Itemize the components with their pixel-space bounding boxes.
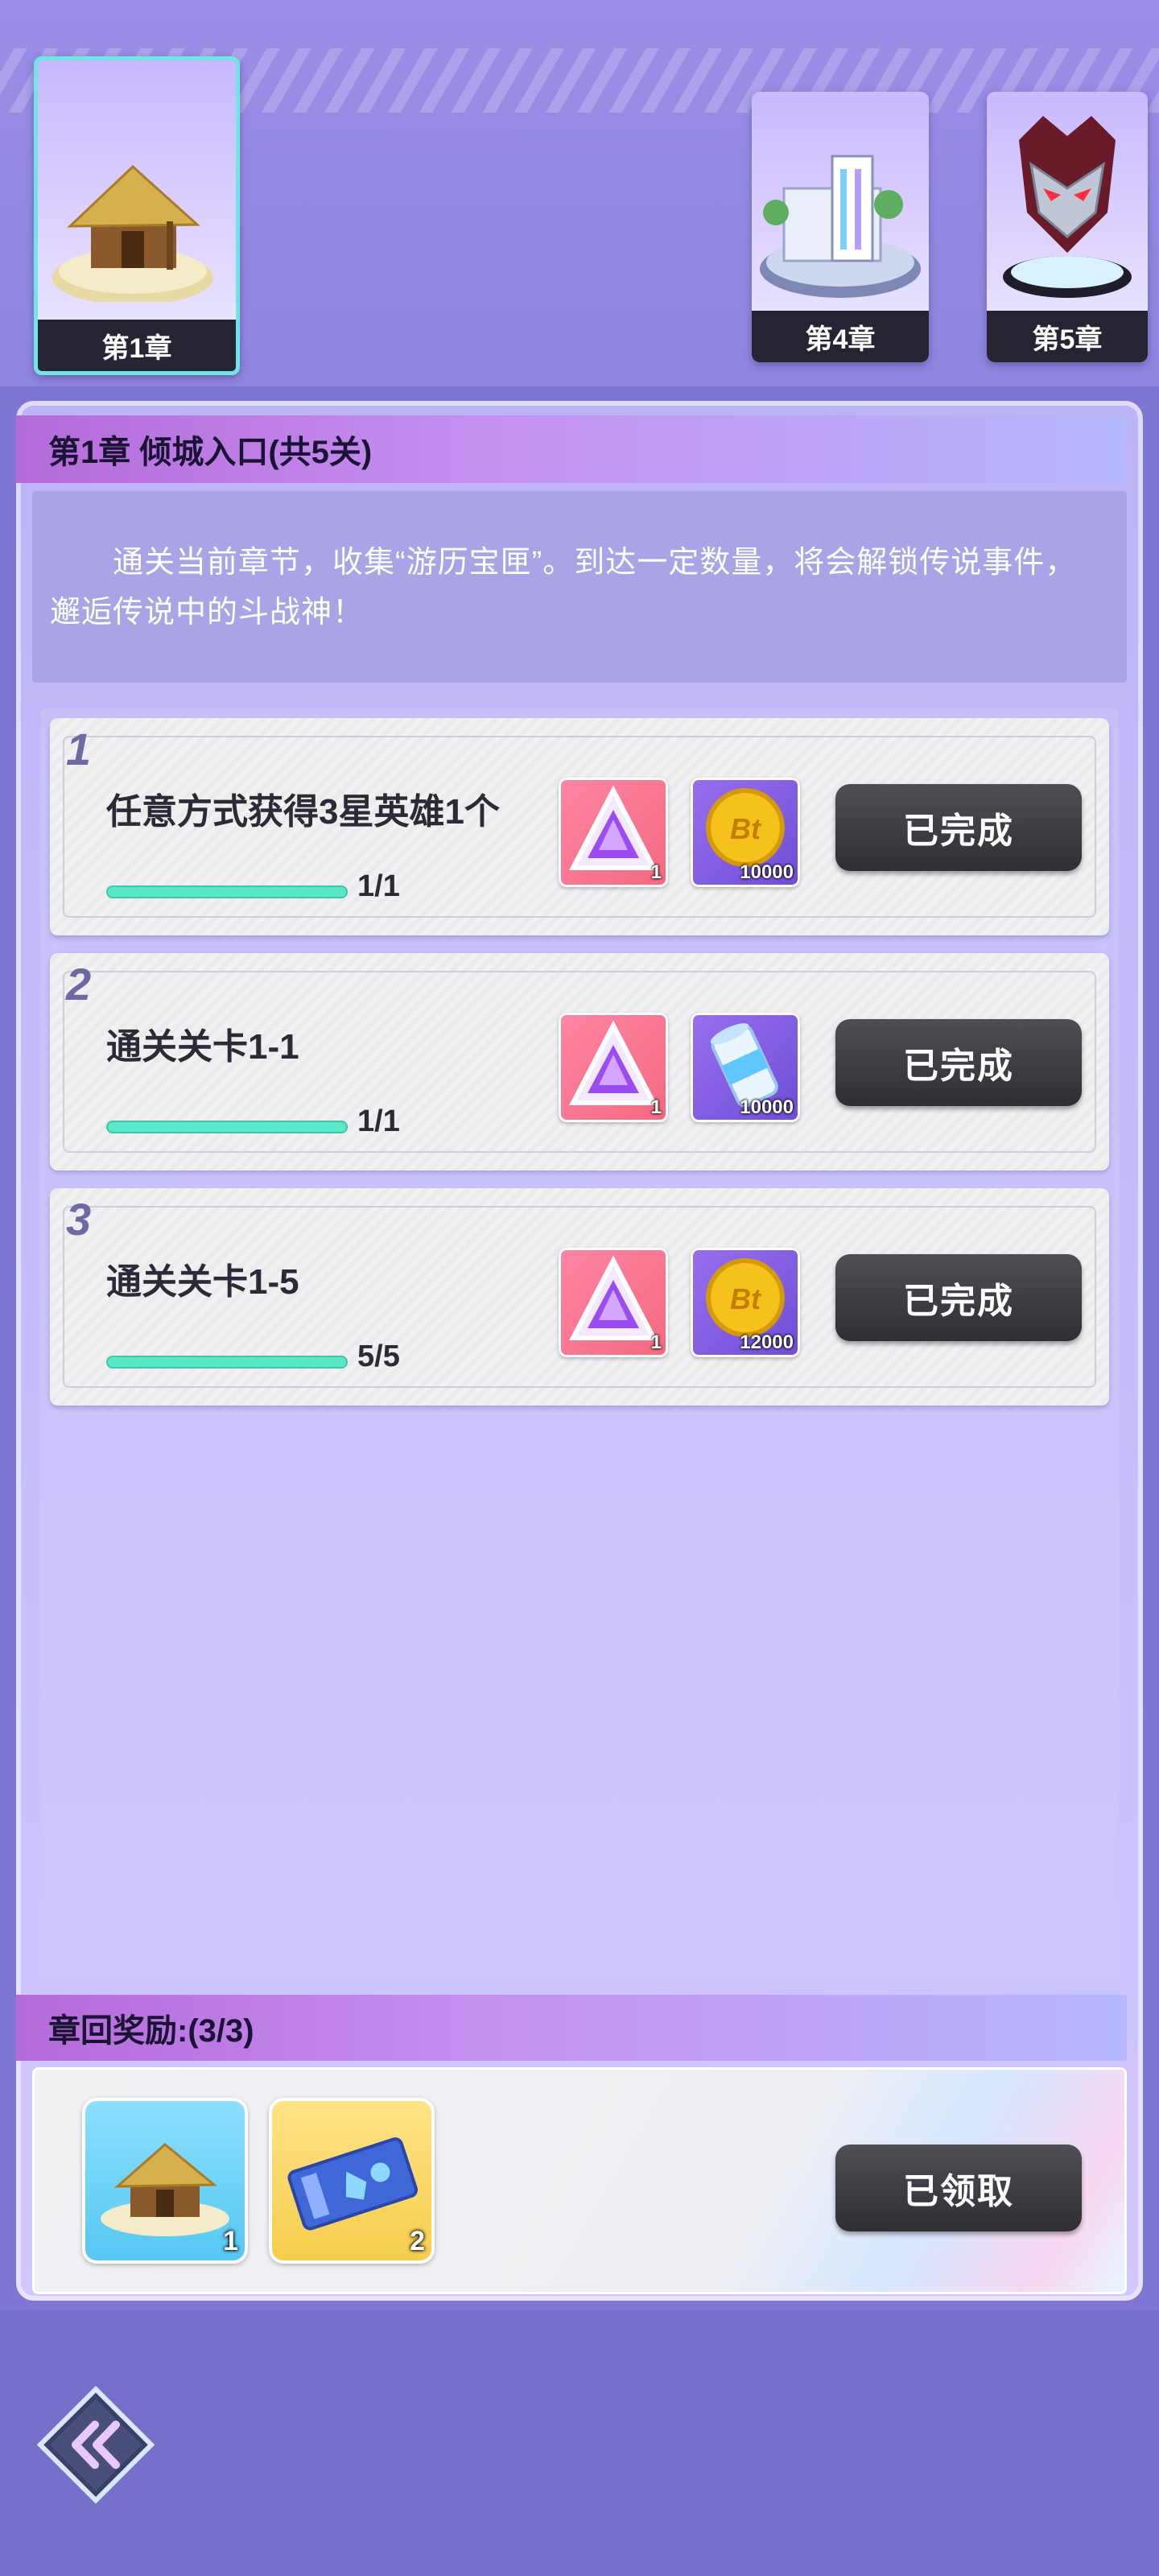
reward-count: 1 [650, 1096, 662, 1118]
reward-count: 1 [650, 861, 662, 883]
task-title: 通关关卡1-1 [106, 1027, 299, 1067]
reward-item[interactable]: 1 [559, 1248, 668, 1357]
reward-count: 10000 [740, 1096, 794, 1118]
reward-count: 2 [410, 2226, 425, 2256]
reward-item[interactable]: Bt 10000 [691, 778, 800, 887]
chapter-reward-item[interactable]: 2 [269, 2098, 435, 2264]
task-card: 3 通关关卡1-5 5/5 1 Bt 12000 已完成 [50, 1188, 1109, 1406]
warrior-mask-icon [1003, 116, 1132, 298]
task-progress-text: 5/5 [357, 1340, 400, 1373]
reward-item[interactable]: Bt 12000 [691, 1248, 800, 1357]
task-complete-button[interactable]: 已完成 [835, 1019, 1082, 1106]
chapter-reward-item[interactable]: 1 [82, 2098, 248, 2264]
chapter-description: 通关当前章节，收集“游历宝匣”。到达一定数量，将会解锁传说事件，邂逅传说中的斗战… [32, 491, 1127, 683]
reward-count: 1 [650, 1331, 662, 1353]
task-title: 通关关卡1-5 [106, 1262, 299, 1302]
chapter-label: 第1章 [38, 320, 236, 371]
reward-item[interactable]: 10000 [691, 1013, 800, 1122]
straw-hut-icon [52, 164, 213, 302]
task-complete-button[interactable]: 已完成 [835, 784, 1082, 871]
claim-reward-button[interactable]: 已领取 [835, 2145, 1082, 2231]
chapter-card-1[interactable]: 第1章 [34, 56, 240, 375]
task-progress-text: 1/1 [357, 1104, 400, 1138]
svg-text:Bt: Bt [730, 812, 762, 845]
chapter-selector: 第1章 第4章 第5章 [0, 0, 1159, 386]
task-progress-text: 1/1 [357, 869, 400, 903]
bottom-bar [0, 2310, 1159, 2576]
chapter-card-4[interactable]: 第4章 [752, 92, 929, 362]
reward-item[interactable]: 1 [559, 1013, 668, 1122]
building-icon [760, 155, 921, 298]
chapter-title: 第1章 倾城入口(共5关) [16, 415, 1127, 483]
reward-count: 1 [223, 2226, 238, 2256]
task-progress-bar [106, 1356, 348, 1368]
chapter-label: 第4章 [752, 311, 929, 362]
chapter-reward-title: 章回奖励:(3/3) [16, 1995, 1127, 2061]
task-number: 2 [66, 959, 92, 1009]
svg-text:Bt: Bt [730, 1282, 762, 1315]
task-progress-bar [106, 1121, 348, 1133]
back-icon[interactable] [35, 2384, 156, 2505]
task-card: 2 通关关卡1-1 1/1 1 10000 已完成 [50, 953, 1109, 1170]
task-number: 3 [66, 1194, 92, 1245]
task-progress-bar [106, 886, 348, 898]
reward-count: 12000 [740, 1331, 794, 1353]
task-complete-button[interactable]: 已完成 [835, 1254, 1082, 1341]
task-title: 任意方式获得3星英雄1个 [106, 792, 500, 832]
task-card: 1 任意方式获得3星英雄1个 1/1 1 Bt 10000 已完成 [50, 718, 1109, 935]
reward-count: 10000 [740, 861, 794, 883]
chapter-card-5[interactable]: 第5章 [987, 92, 1148, 362]
chapter-label: 第5章 [987, 311, 1148, 362]
chapter-reward-area: 1 2 已领取 [32, 2067, 1127, 2294]
task-number: 1 [66, 724, 92, 774]
reward-item[interactable]: 1 [559, 778, 668, 887]
